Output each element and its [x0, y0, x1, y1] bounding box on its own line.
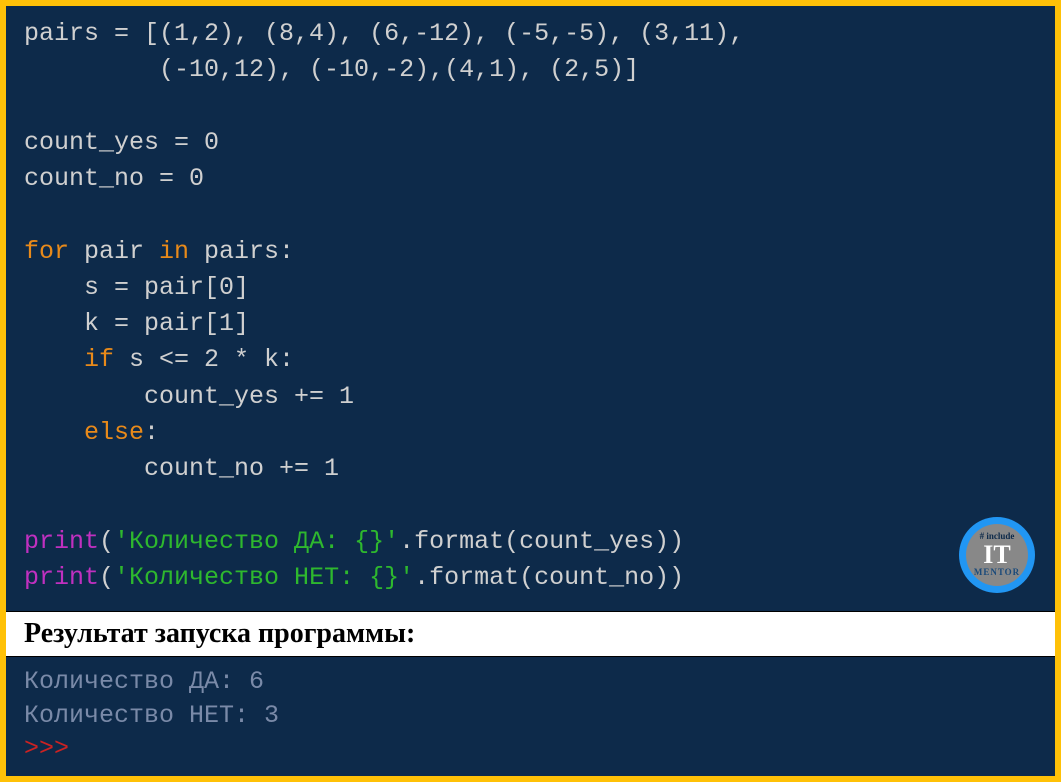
builtin-print: print [24, 527, 99, 556]
identifier: pairs: [189, 237, 294, 266]
code-line: k = pair[1] [24, 306, 1037, 342]
logo-inner: # include IT MENTOR [966, 524, 1028, 586]
output-line: Количество ДА: 6 [24, 665, 1037, 699]
keyword-if: if [24, 345, 114, 374]
logo-mentor-text: MENTOR [974, 566, 1020, 579]
values: -10,12), (-10,-2),(4,1), (2,5)] [174, 55, 639, 84]
paren: ( [99, 527, 114, 556]
code-line-blank [24, 89, 1037, 125]
logo-badge: # include IT MENTOR [959, 517, 1035, 593]
method-call: .format(count_no)) [414, 563, 684, 592]
values: 1,2), (8,4), (6,-12), (-5,-5), (3,11), [174, 19, 744, 48]
assignment: count_yes = 0 [24, 128, 219, 157]
code-line: print('Количество ДА: {}'.format(count_y… [24, 524, 1037, 560]
code-editor: pairs = [(1,2), (8,4), (6,-12), (-5,-5),… [6, 6, 1055, 611]
output-line: Количество НЕТ: 3 [24, 699, 1037, 733]
condition: s <= 2 * k: [114, 345, 294, 374]
assignment: s = pair[0] [24, 273, 249, 302]
code-line: count_yes += 1 [24, 379, 1037, 415]
statement: count_no += 1 [24, 454, 339, 483]
code-line: else: [24, 415, 1037, 451]
string-literal: 'Количество НЕТ: {}' [114, 563, 414, 592]
assignment: count_no = 0 [24, 164, 204, 193]
main-container: pairs = [(1,2), (8,4), (6,-12), (-5,-5),… [6, 6, 1055, 776]
code-line: pairs = [(1,2), (8,4), (6,-12), (-5,-5),… [24, 16, 1037, 52]
identifier: pair [69, 237, 159, 266]
keyword-for: for [24, 237, 69, 266]
logo-it-text: IT [983, 543, 1010, 566]
colon: : [144, 418, 159, 447]
output-console: Количество ДА: 6 Количество НЕТ: 3 >>> [6, 657, 1055, 776]
indent: ( [24, 55, 174, 84]
code-line: if s <= 2 * k: [24, 342, 1037, 378]
code-line: for pair in pairs: [24, 234, 1037, 270]
builtin-print: print [24, 563, 99, 592]
operator: = [( [99, 19, 174, 48]
code-line: count_yes = 0 [24, 125, 1037, 161]
paren: ( [99, 563, 114, 592]
keyword-in: in [159, 237, 189, 266]
code-line: s = pair[0] [24, 270, 1037, 306]
identifier: pairs [24, 19, 99, 48]
code-line: count_no = 0 [24, 161, 1037, 197]
output-header: Результат запуска программы: [6, 611, 1055, 657]
code-line: (-10,12), (-10,-2),(4,1), (2,5)] [24, 52, 1037, 88]
code-line-blank [24, 487, 1037, 523]
code-line: count_no += 1 [24, 451, 1037, 487]
assignment: k = pair[1] [24, 309, 249, 338]
statement: count_yes += 1 [24, 382, 354, 411]
method-call: .format(count_yes)) [399, 527, 684, 556]
repl-prompt: >>> [24, 732, 1037, 766]
code-line: print('Количество НЕТ: {}'.format(count_… [24, 560, 1037, 596]
code-line-blank [24, 197, 1037, 233]
string-literal: 'Количество ДА: {}' [114, 527, 399, 556]
keyword-else: else [24, 418, 144, 447]
